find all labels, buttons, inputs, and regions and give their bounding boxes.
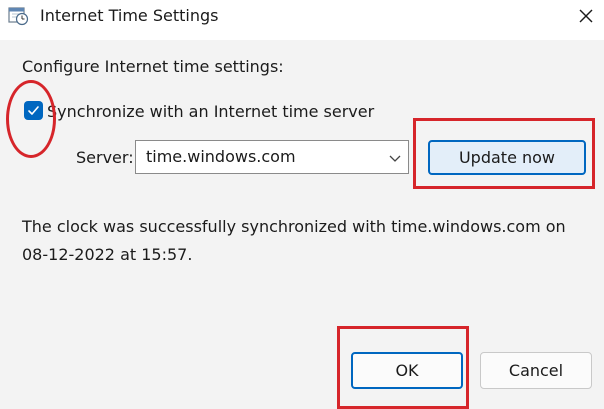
close-icon[interactable] xyxy=(574,4,598,28)
status-line-2: 08-12-2022 at 15:57. xyxy=(22,245,193,264)
status-line-1: The clock was successfully synchronized … xyxy=(22,217,566,236)
cancel-button[interactable]: Cancel xyxy=(480,352,592,389)
ok-button[interactable]: OK xyxy=(351,352,463,389)
checkmark-icon xyxy=(28,106,39,115)
sync-checkbox-label[interactable]: Synchronize with an Internet time server xyxy=(47,102,374,121)
section-heading: Configure Internet time settings: xyxy=(22,57,284,76)
window-title: Internet Time Settings xyxy=(40,6,219,25)
update-now-button[interactable]: Update now xyxy=(428,140,586,175)
sync-status-message: The clock was successfully synchronized … xyxy=(22,213,582,269)
chevron-down-icon[interactable] xyxy=(388,151,402,165)
server-label: Server: xyxy=(76,148,134,167)
server-dropdown[interactable]: time.windows.com xyxy=(135,140,409,174)
server-value[interactable]: time.windows.com xyxy=(146,147,296,166)
sync-checkbox[interactable] xyxy=(24,101,43,120)
title-bar: Internet Time Settings xyxy=(0,0,604,40)
clock-calendar-icon xyxy=(8,7,29,26)
